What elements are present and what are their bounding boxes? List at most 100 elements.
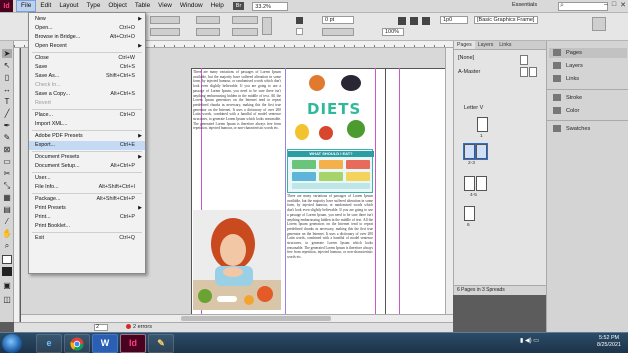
none-master-item[interactable]: [None] (458, 55, 474, 61)
file-menu-item-document-setup[interactable]: Document Setup... Alt+Ctrl+P (29, 162, 145, 171)
master-thumbnail[interactable] (520, 67, 528, 77)
menu-edit[interactable]: Edit (36, 0, 55, 12)
file-menu-item-place[interactable]: Place... Ctrl+D (29, 111, 145, 120)
ie-taskbar-icon[interactable]: e (36, 334, 62, 353)
stroke-type-select[interactable] (322, 28, 354, 36)
tab-layers[interactable]: Layers (475, 41, 497, 49)
line-tool-icon[interactable]: ╱ (2, 109, 12, 118)
file-menu-item-print-booklet[interactable]: Print Booklet... (29, 222, 145, 231)
file-menu-item-user[interactable]: User... (29, 174, 145, 183)
object-style-select[interactable]: [Basic Graphics Frame] (474, 16, 538, 24)
menu-view[interactable]: View (154, 0, 176, 12)
woman-with-food-photo[interactable] (193, 210, 281, 310)
chrome-taskbar-icon[interactable] (64, 334, 90, 353)
vertical-ruler[interactable] (14, 48, 20, 322)
page-thumbnail-1[interactable] (477, 117, 488, 132)
preview-mode-icon[interactable]: ◫ (2, 295, 12, 304)
menu-layout[interactable]: Layout (55, 0, 82, 12)
file-menu-item-print-presets[interactable]: Print Presets ▶ (29, 204, 145, 213)
file-menu-item-import-xml[interactable]: Import XML... (29, 120, 145, 129)
workspace-switcher[interactable]: Essentials (512, 2, 537, 8)
text-wrap-icon[interactable] (398, 17, 406, 25)
height-field[interactable] (196, 28, 220, 36)
x-position-field[interactable] (150, 16, 180, 24)
dock-stroke[interactable]: Stroke (553, 93, 582, 103)
scrollbar-thumb[interactable] (181, 316, 331, 321)
tab-links[interactable]: Links (496, 41, 514, 49)
file-menu-item-print[interactable]: Print... Ctrl+P (29, 213, 145, 222)
master-thumbnail[interactable] (520, 55, 528, 65)
file-menu-item-new[interactable]: New ▶ (29, 15, 145, 24)
file-menu-item-close[interactable]: Close Ctrl+W (29, 54, 145, 63)
eyedropper-tool-icon[interactable]: ⁄ (2, 217, 12, 226)
maximize-icon[interactable]: □ (612, 1, 616, 9)
zoom-level-field[interactable]: 33.2% (252, 1, 289, 11)
rectangle-tool-icon[interactable]: ▭ (2, 157, 12, 166)
a-master-item[interactable]: A-Master (458, 69, 480, 75)
file-menu-item-exit[interactable]: Exit Ctrl+Q (29, 234, 145, 243)
y-position-field[interactable] (150, 28, 180, 36)
scale-y-field[interactable] (232, 28, 258, 36)
frame-inset-field[interactable]: 1p0 (440, 16, 468, 24)
page-tool-icon[interactable]: ▯ (2, 73, 12, 82)
horizontal-scrollbar[interactable] (21, 314, 453, 322)
page-thumbnail-4[interactable] (464, 176, 475, 191)
menu-type[interactable]: Type (83, 0, 105, 12)
file-menu-item-export[interactable]: Export... Ctrl+E (29, 141, 145, 150)
page-thumbnail-6[interactable] (464, 206, 475, 221)
volume-icon[interactable]: ◀) (525, 338, 532, 344)
dock-color[interactable]: Color (553, 106, 579, 116)
paint-taskbar-icon[interactable]: ✎ (148, 334, 174, 353)
diets-image[interactable]: DIETS (287, 72, 373, 146)
preflight-status[interactable]: 2 errors (126, 323, 152, 332)
scissors-tool-icon[interactable]: ✂ (2, 169, 12, 178)
stroke-color-icon[interactable] (2, 267, 12, 276)
lightning-icon[interactable] (592, 17, 606, 31)
text-frame-right[interactable]: There are many variations of passages of… (287, 194, 373, 306)
free-transform-tool-icon[interactable]: ⤡ (2, 181, 12, 190)
dock-layers[interactable]: Layers (553, 61, 583, 71)
bridge-button[interactable]: Br (232, 2, 245, 10)
page-number-field[interactable]: 2 (94, 324, 108, 331)
dock-links[interactable]: Links (553, 74, 579, 84)
constrain-proportions-icon[interactable] (262, 17, 272, 35)
fit-content-icon[interactable] (422, 17, 430, 25)
gap-tool-icon[interactable]: ↔ (2, 85, 12, 94)
menu-object[interactable]: Object (104, 0, 130, 12)
note-tool-icon[interactable]: ▤ (2, 205, 12, 214)
infographic-image[interactable]: WHAT SHOULD I EAT? (287, 149, 374, 193)
indesign-taskbar-icon[interactable]: Id (120, 334, 146, 353)
width-field[interactable] (196, 16, 220, 24)
zoom-tool-icon[interactable]: ⌕ (2, 241, 12, 250)
fill-color-icon[interactable] (2, 255, 12, 264)
tab-pages[interactable]: Pages (454, 41, 475, 49)
wrap-around-icon[interactable] (410, 17, 418, 25)
minimize-icon[interactable]: – (604, 1, 608, 9)
start-button[interactable] (2, 334, 22, 353)
master-thumbnail[interactable] (529, 67, 537, 77)
page-thumbnail-3[interactable] (475, 143, 488, 160)
pencil-tool-icon[interactable]: ✎ (2, 133, 12, 142)
close-icon[interactable]: ✕ (620, 1, 626, 9)
file-menu-item-document-presets[interactable]: Document Presets ▶ (29, 153, 145, 162)
stroke-swatch-icon[interactable] (296, 28, 303, 35)
menu-file[interactable]: File (16, 0, 37, 12)
file-menu-item-package[interactable]: Package... Alt+Shift+Ctrl+P (29, 195, 145, 204)
direct-selection-tool-icon[interactable]: ↖ (2, 61, 12, 70)
network-icon[interactable]: ▮ (520, 338, 523, 344)
normal-mode-icon[interactable]: ▣ (2, 281, 12, 290)
dock-pages[interactable]: Pages (549, 48, 627, 58)
stroke-weight-field[interactable]: 0 pt (322, 16, 354, 24)
type-tool-icon[interactable]: T (2, 97, 12, 106)
file-menu-item-open-recent[interactable]: Open Recent ▶ (29, 42, 145, 51)
search-input[interactable]: ⌕ (558, 2, 608, 11)
selection-tool-icon[interactable]: ➤ (2, 49, 12, 58)
file-menu-item-adobe-pdf-presets[interactable]: Adobe PDF Presets ▶ (29, 132, 145, 141)
menu-window[interactable]: Window (176, 0, 207, 12)
battery-icon[interactable]: ▭ (533, 338, 539, 344)
word-taskbar-icon[interactable]: W (92, 334, 118, 353)
dock-swatches[interactable]: Swatches (553, 124, 590, 134)
file-menu-item-save-a-copy[interactable]: Save a Copy... Alt+Ctrl+S (29, 90, 145, 99)
fill-swatch-icon[interactable] (296, 17, 303, 24)
hand-tool-icon[interactable]: ✋ (2, 229, 12, 238)
